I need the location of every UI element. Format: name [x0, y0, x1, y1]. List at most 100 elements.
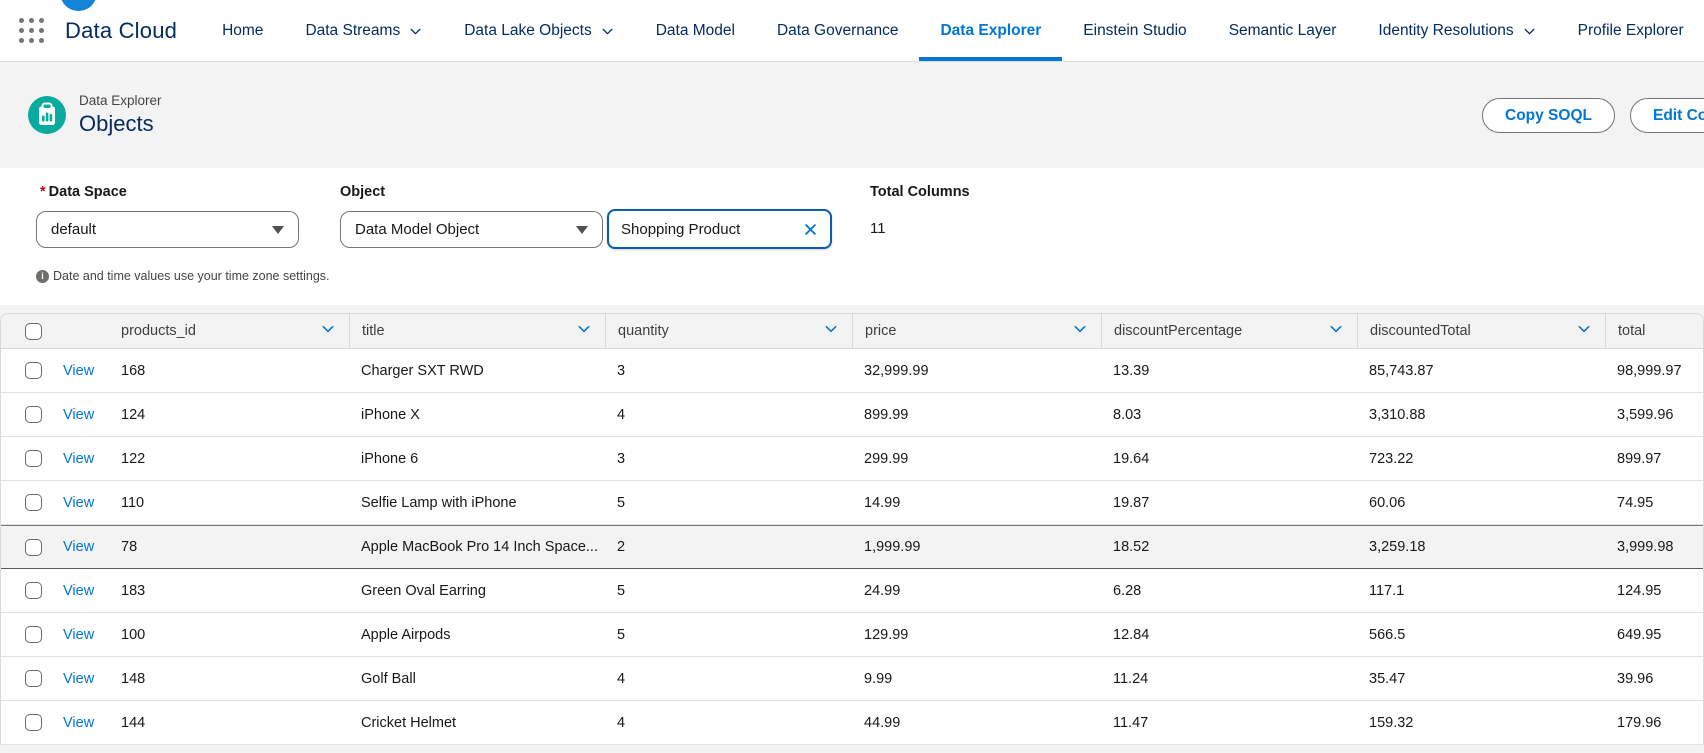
cell-discount-percentage: 11.24: [1101, 671, 1357, 687]
cell-title: iPhone 6: [349, 451, 605, 467]
column-header[interactable]: title: [349, 314, 605, 348]
view-link[interactable]: View: [63, 671, 94, 687]
nav-item[interactable]: Data Lake Objects: [443, 0, 635, 61]
cell-discounted-total: 3,310.88: [1357, 407, 1605, 423]
total-columns-label: Total Columns: [870, 184, 970, 200]
nav-item-label: Data Explorer: [940, 22, 1041, 40]
row-checkbox[interactable]: [25, 582, 42, 599]
view-link[interactable]: View: [63, 583, 94, 599]
row-checkbox[interactable]: [25, 714, 42, 731]
page-title: Objects: [79, 111, 162, 137]
object-type-value: Data Model Object: [355, 221, 479, 238]
nav-item-label: Identity Resolutions: [1378, 22, 1513, 40]
view-link[interactable]: View: [63, 539, 94, 555]
column-header[interactable]: quantity: [605, 314, 852, 348]
header-actions: Copy SOQL Edit Columns: [1482, 98, 1704, 133]
cell-quantity: 5: [605, 495, 852, 511]
nav-item[interactable]: Data Streams: [284, 0, 443, 61]
cell-products-id: 122: [121, 451, 349, 467]
column-header-label: discountPercentage: [1114, 323, 1242, 339]
cell-total: 124.95: [1605, 583, 1704, 599]
info-icon: i: [36, 270, 49, 283]
cell-total: 74.95: [1605, 495, 1704, 511]
app-launcher-icon[interactable]: [16, 15, 47, 46]
cell-total: 39.96: [1605, 671, 1704, 687]
nav-item[interactable]: Data Explorer: [919, 0, 1062, 61]
filter-panel: *Data Space default Object Data Model Ob…: [0, 168, 1704, 305]
row-checkbox[interactable]: [25, 626, 42, 643]
nav-item-label: Home: [222, 22, 263, 40]
cell-products-id: 144: [121, 715, 349, 731]
object-type-select[interactable]: Data Model Object: [340, 211, 603, 248]
cell-discounted-total: 117.1: [1357, 583, 1605, 599]
chevron-down-icon[interactable]: [321, 322, 335, 340]
table-row: View 100 Apple Airpods 5 129.99 12.84 56…: [1, 613, 1703, 657]
nav-item[interactable]: Profile Explorer: [1557, 0, 1704, 61]
copy-soql-button[interactable]: Copy SOQL: [1482, 98, 1615, 133]
cell-price: 44.99: [852, 715, 1101, 731]
view-link[interactable]: View: [63, 627, 94, 643]
column-header[interactable]: discountPercentage: [1101, 314, 1357, 348]
nav-item[interactable]: Identity Resolutions: [1357, 0, 1556, 61]
chevron-down-icon[interactable]: [824, 322, 838, 340]
nav-item[interactable]: Semantic Layer: [1208, 0, 1358, 61]
table-header-row: products_id title quantity price discoun…: [1, 314, 1703, 349]
chevron-down-icon: [601, 23, 614, 38]
column-header-label: products_id: [121, 323, 196, 339]
select-all-checkbox[interactable]: [25, 323, 42, 340]
column-header[interactable]: products_id: [121, 314, 349, 348]
nav-item[interactable]: Data Model: [635, 0, 756, 61]
column-header-label: quantity: [618, 323, 669, 339]
data-space-label: *Data Space: [40, 184, 127, 200]
row-checkbox[interactable]: [25, 670, 42, 687]
nav-item-label: Einstein Studio: [1083, 22, 1186, 40]
cell-quantity: 4: [605, 715, 852, 731]
cell-price: 1,999.99: [852, 539, 1101, 555]
row-check-cell: [1, 670, 53, 687]
nav-item-label: Profile Explorer: [1578, 22, 1684, 40]
chevron-down-icon[interactable]: [1073, 322, 1087, 340]
row-checkbox[interactable]: [25, 406, 42, 423]
column-header[interactable]: total: [1605, 314, 1704, 348]
cell-price: 9.99: [852, 671, 1101, 687]
nav-item[interactable]: Home: [201, 0, 284, 61]
page-header: Data Explorer Objects Copy SOQL Edit Col…: [0, 62, 1704, 168]
clear-icon[interactable]: [803, 222, 818, 237]
chevron-down-icon[interactable]: [1577, 322, 1591, 340]
row-checkbox[interactable]: [25, 450, 42, 467]
cell-quantity: 3: [605, 363, 852, 379]
cell-discount-percentage: 12.84: [1101, 627, 1357, 643]
data-space-value: default: [51, 221, 96, 238]
object-search-input[interactable]: Shopping Product: [607, 209, 832, 249]
nav-item[interactable]: Einstein Studio: [1062, 0, 1207, 61]
nav-item-label: Data Governance: [777, 22, 899, 40]
cell-total: 649.95: [1605, 627, 1704, 643]
results-table: products_id title quantity price discoun…: [0, 313, 1704, 745]
row-check-cell: [1, 406, 53, 423]
cell-quantity: 5: [605, 583, 852, 599]
cell-discount-percentage: 18.52: [1101, 539, 1357, 555]
edit-columns-button[interactable]: Edit Columns: [1630, 98, 1704, 133]
column-header[interactable]: discountedTotal: [1357, 314, 1605, 348]
cell-title: Charger SXT RWD: [349, 363, 605, 379]
view-link[interactable]: View: [63, 407, 94, 423]
row-checkbox[interactable]: [25, 539, 42, 556]
cell-total: 3,999.98: [1605, 539, 1704, 555]
view-link[interactable]: View: [63, 495, 94, 511]
column-header[interactable]: price: [852, 314, 1101, 348]
view-link[interactable]: View: [63, 715, 94, 731]
row-checkbox[interactable]: [25, 362, 42, 379]
global-nav: Data Cloud Home Data Streams Data Lake O…: [0, 0, 1704, 62]
header-check-cell: [1, 323, 53, 340]
cell-discount-percentage: 6.28: [1101, 583, 1357, 599]
view-link[interactable]: View: [63, 363, 94, 379]
row-checkbox[interactable]: [25, 494, 42, 511]
nav-item[interactable]: Data Governance: [756, 0, 920, 61]
view-link[interactable]: View: [63, 451, 94, 467]
chevron-down-icon[interactable]: [577, 322, 591, 340]
cell-discount-percentage: 8.03: [1101, 407, 1357, 423]
row-check-cell: [1, 362, 53, 379]
chevron-down-icon[interactable]: [1329, 322, 1343, 340]
data-space-select[interactable]: default: [36, 211, 299, 248]
cell-products-id: 78: [121, 539, 349, 555]
